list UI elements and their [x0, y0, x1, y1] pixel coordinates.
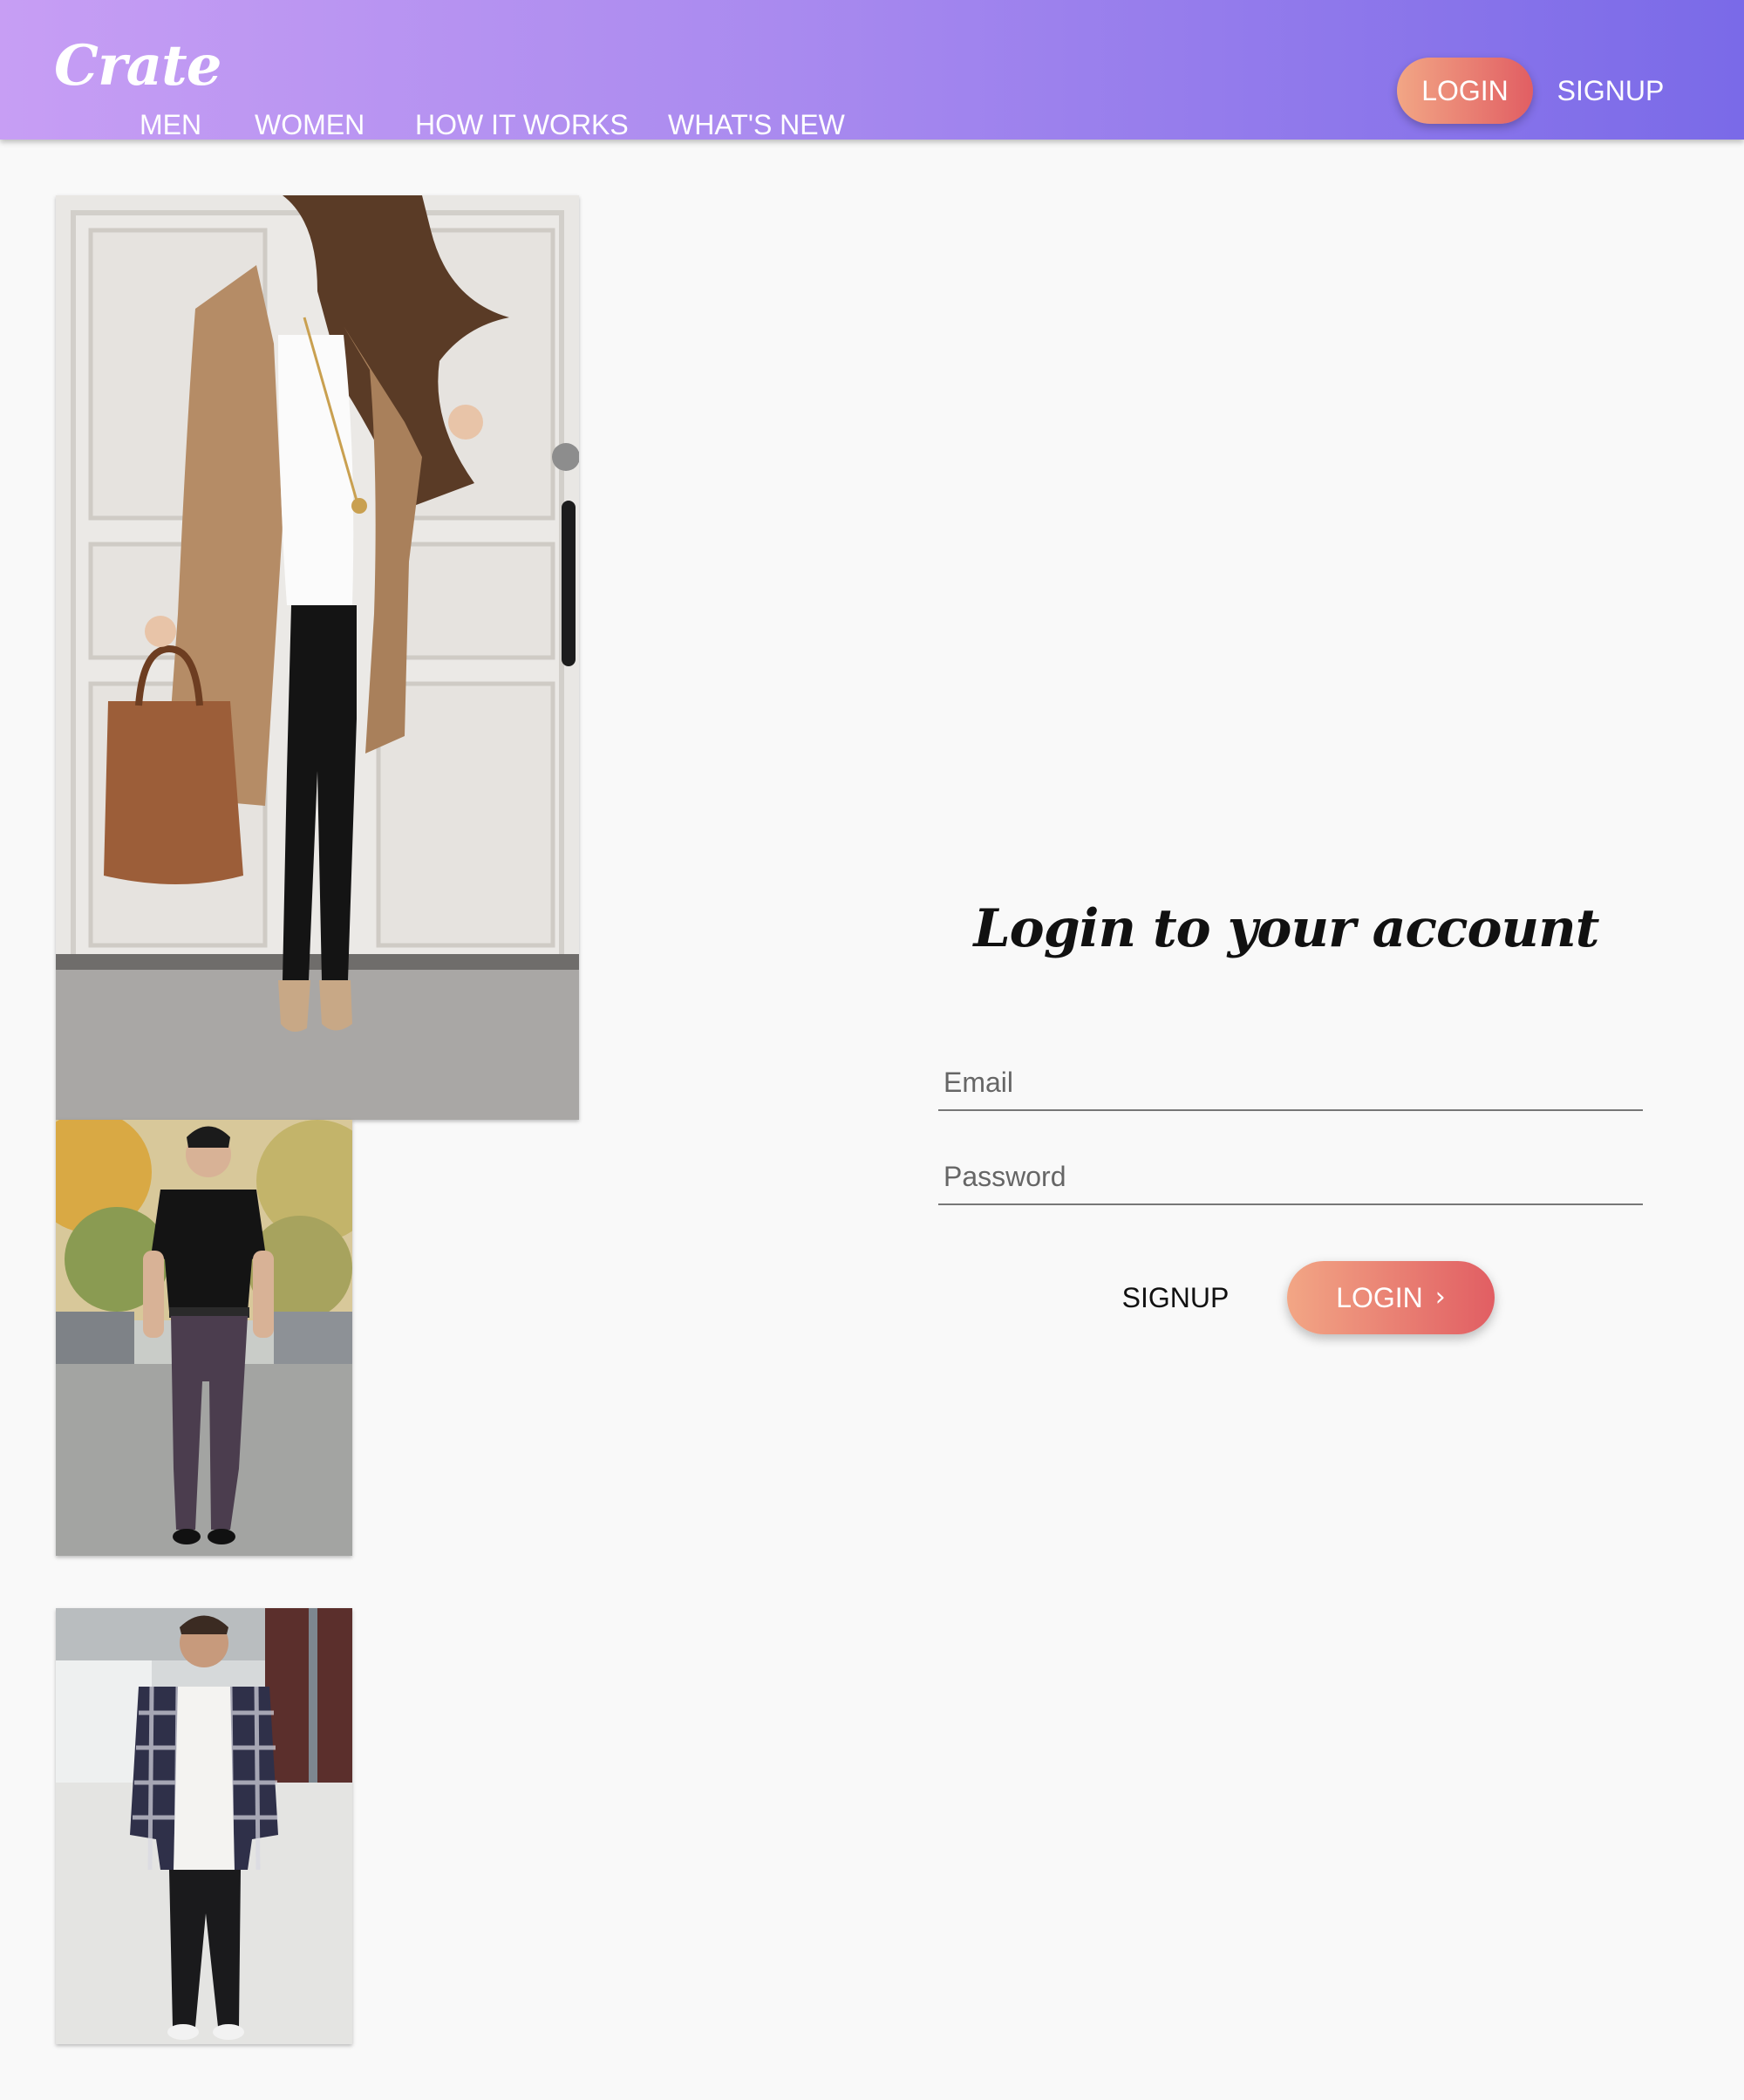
nav-link-women[interactable]: WOMEN [255, 108, 364, 141]
man-black-polo-photo [56, 1120, 352, 1556]
header-login-button[interactable]: LOGIN [1397, 58, 1533, 124]
chevron-right-icon: › [1434, 1282, 1446, 1312]
header-signup-button[interactable]: SIGNUP [1557, 58, 1665, 124]
password-field-container [938, 1151, 1643, 1205]
nav-link-whats-new[interactable]: WHAT'S NEW [668, 108, 845, 141]
nav-link-men[interactable]: MEN [140, 108, 201, 141]
signup-button[interactable]: SIGNUP [1114, 1273, 1236, 1322]
login-button-label: LOGIN [1336, 1281, 1423, 1313]
login-button[interactable]: LOGIN › [1287, 1261, 1495, 1334]
man-plaid-shirt-photo [56, 1608, 352, 2044]
top-navigation-bar: Crate MEN WOMEN HOW IT WORKS WHAT'S NEW … [0, 0, 1744, 140]
email-field[interactable] [942, 1057, 1625, 1108]
login-heading: Login to your account [973, 898, 1599, 959]
nav-link-how-it-works[interactable]: HOW IT WORKS [415, 108, 629, 141]
password-field[interactable] [942, 1151, 1625, 1202]
email-field-container [938, 1057, 1643, 1111]
woman-outfit-photo [56, 195, 579, 1120]
crate-logo[interactable]: Crate [54, 33, 221, 99]
